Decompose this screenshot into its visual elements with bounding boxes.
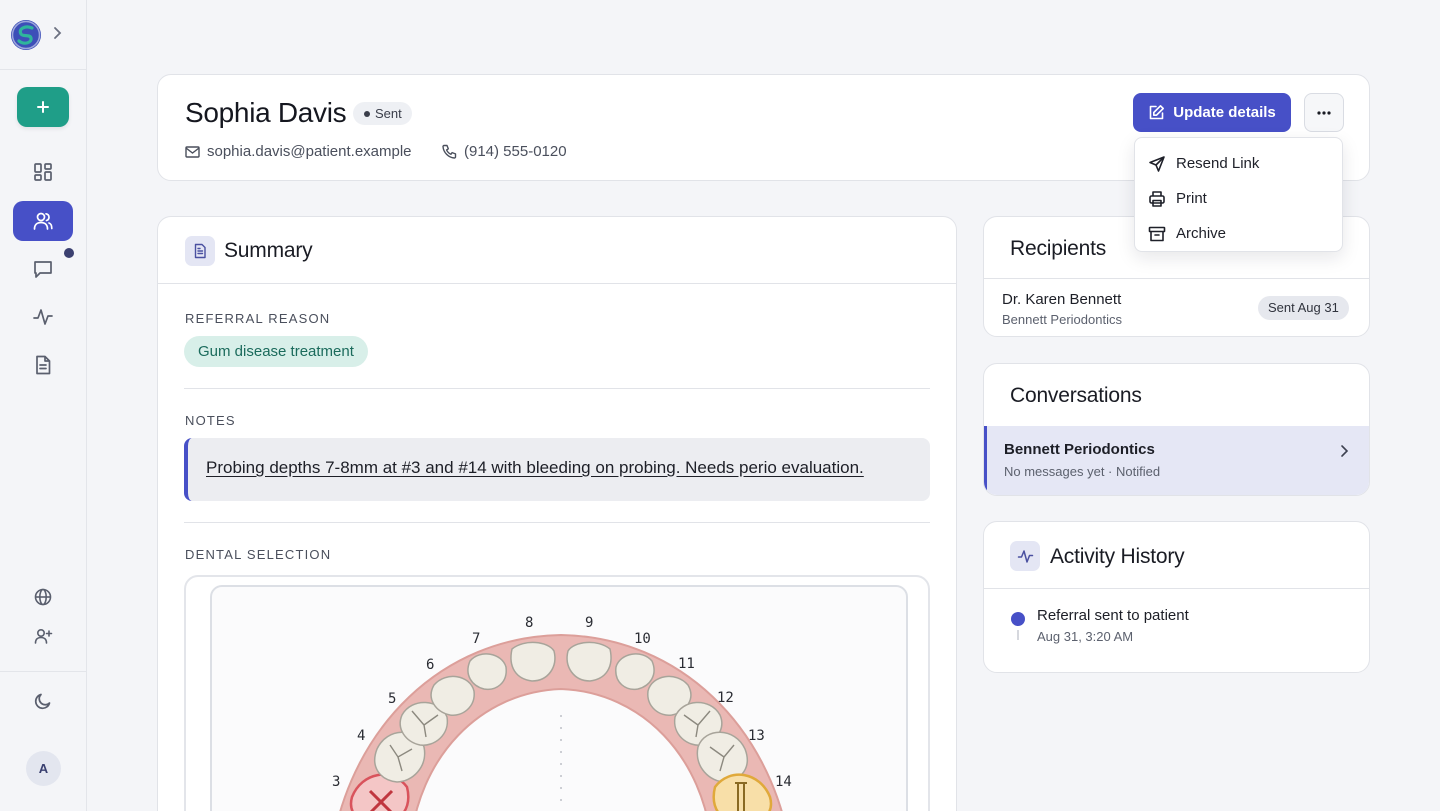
divider [984,278,1369,279]
activity-icon [33,309,53,325]
document-icon [185,236,215,266]
phone-text: (914) 555-0120 [464,143,567,160]
patient-phone[interactable]: (914) 555-0120 [442,143,567,160]
menu-item-label: Print [1176,190,1207,207]
dental-chart-frame: 3 4 5 6 7 8 9 10 11 12 13 14 [184,575,930,811]
plus-icon [37,101,49,113]
tooth-10[interactable] [615,653,655,691]
divider [984,588,1369,589]
tooth-number-9: 9 [585,615,594,631]
notes-label: NOTES [185,413,236,428]
timeline-line [1017,630,1019,640]
tooth-number-6: 6 [426,657,435,673]
phone-icon [442,144,457,159]
recipients-title: Recipients [1010,237,1107,260]
chevron-right-icon[interactable] [52,26,62,43]
tooth-number-5: 5 [388,691,397,707]
status-badge: Sent [353,102,412,125]
referral-reason-tag: Gum disease treatment [184,336,368,367]
activity-title: Activity History [1050,545,1185,568]
tooth-6[interactable] [430,675,475,716]
ellipsis-icon [1317,110,1331,115]
activity-icon [1010,541,1040,571]
conversation-item[interactable]: Bennett Periodontics No messages yet · N… [984,426,1369,495]
users-icon [33,212,53,230]
unread-dot [64,248,74,258]
nav-language[interactable] [13,577,73,617]
menu-item-label: Archive [1176,225,1227,242]
tooth-number-3: 3 [332,774,341,790]
tooth-8[interactable] [510,641,556,682]
dental-chart: 3 4 5 6 7 8 9 10 11 12 13 14 [210,585,908,811]
sidebar-divider [0,69,86,70]
timeline-dot [1011,612,1025,626]
recipient-practice: Bennett Periodontics [1002,312,1122,327]
divider [158,283,956,284]
nav-activity[interactable] [13,297,73,337]
activity-time: Aug 31, 3:20 AM [1037,629,1134,644]
divider [184,522,930,523]
tooth-number-8: 8 [525,615,534,631]
tooth-number-13: 13 [748,728,765,744]
tooth-number-10: 10 [634,631,651,647]
conversation-meta: No messages yet · Notified [1004,464,1161,479]
app-logo-icon[interactable] [10,19,42,51]
nav-invite-user[interactable] [13,616,73,656]
update-details-button[interactable]: Update details [1133,93,1291,132]
document-icon [36,355,51,375]
referral-reason-label: REFERRAL REASON [185,311,331,326]
tooth-7[interactable] [467,653,507,691]
summary-title: Summary [224,239,313,262]
dental-arch-illustration [339,633,783,811]
globe-icon [34,588,52,606]
sidebar-divider-bottom [0,671,86,672]
chevron-right-icon [1341,445,1349,457]
tooth-number-4: 4 [357,728,366,744]
user-plus-icon [34,628,53,644]
printer-icon [1149,190,1165,207]
avatar[interactable]: A [26,751,61,786]
menu-item-archive[interactable]: Archive [1135,216,1342,251]
email-text: sophia.davis@patient.example [207,143,412,160]
dental-selection-label: DENTAL SELECTION [185,547,332,562]
menu-item-print[interactable]: Print [1135,181,1342,216]
nav-patients[interactable] [13,201,73,241]
edit-icon [1149,105,1165,120]
dashboard-icon [34,163,52,181]
summary-card: Summary REFERRAL REASON Gum disease trea… [157,216,957,811]
recipient-status-badge: Sent Aug 31 [1258,296,1349,320]
tooth-number-12: 12 [717,690,734,706]
conversation-name: Bennett Periodontics [1004,441,1155,458]
message-icon [34,261,52,278]
actions-dropdown-menu: Resend Link Print Archive [1134,137,1343,252]
nav-dashboard[interactable] [13,152,73,192]
patient-name: Sophia Davis [185,97,347,128]
nav-documents[interactable] [13,345,73,385]
activity-text: Referral sent to patient [1037,607,1189,624]
update-details-label: Update details [1173,104,1276,121]
archive-icon [1148,226,1166,241]
new-referral-button[interactable] [17,87,69,127]
patient-email[interactable]: sophia.davis@patient.example [185,143,412,160]
recipient-name[interactable]: Dr. Karen Bennett [1002,291,1121,308]
more-actions-button[interactable] [1304,93,1344,132]
menu-item-label: Resend Link [1176,155,1260,172]
moon-icon [34,693,51,710]
tooth-number-11: 11 [678,656,695,672]
tooth-9[interactable] [566,641,612,682]
menu-item-resend-link[interactable]: Resend Link [1135,146,1342,181]
notes-text: Probing depths 7-8mm at #3 and #14 with … [184,438,930,501]
tooth-number-14: 14 [775,774,792,790]
conversations-card: Conversations Bennett Periodontics No me… [983,363,1370,496]
theme-toggle[interactable] [13,681,73,721]
sidebar: A [0,0,87,811]
activity-history-card: Activity History Referral sent to patien… [983,521,1370,673]
mail-icon [185,145,200,158]
divider [184,388,930,389]
send-icon [1149,155,1165,172]
conversations-title: Conversations [1010,384,1142,407]
tooth-number-7: 7 [472,631,481,647]
